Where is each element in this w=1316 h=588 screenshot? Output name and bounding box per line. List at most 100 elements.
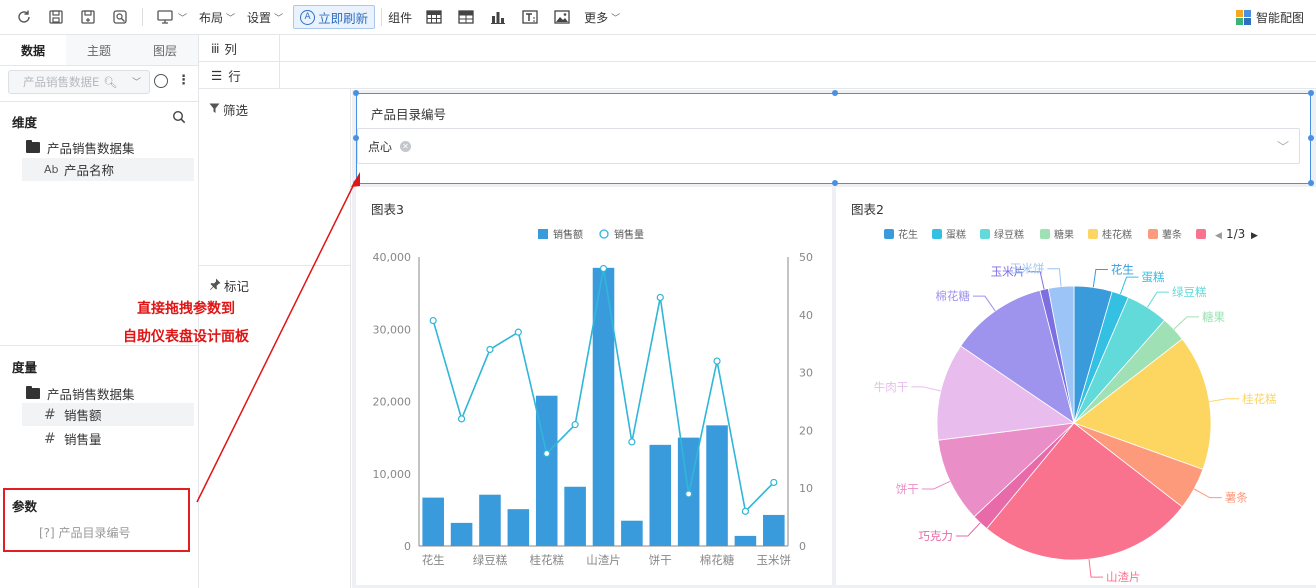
pie-leader-花生 (1092, 269, 1108, 288)
dimension-field-label: 产品名称 (64, 163, 115, 178)
settings-menu[interactable]: 设置 ﹀ (247, 9, 283, 26)
smart-chart-label: 智能配图 (1255, 11, 1304, 25)
right-tick-label: 0 (799, 540, 806, 553)
chevron-down-icon[interactable]: ﹀ (178, 11, 187, 24)
pie-leader-山渣片 (1088, 559, 1104, 578)
left-tick-label: 40,000 (373, 251, 412, 264)
rows-shelf[interactable]: ☰ 行 (199, 62, 1316, 89)
filter-shelf[interactable]: 筛选 (209, 100, 248, 119)
filter-select[interactable]: 点心 ✕ ﹀ (357, 128, 1300, 164)
resize-handle[interactable] (832, 180, 838, 186)
tab-theme[interactable]: 主题 (66, 35, 132, 65)
line-point-巧克力 (628, 438, 636, 446)
remove-tag-icon[interactable]: ✕ (400, 140, 412, 152)
save-icon[interactable] (45, 6, 67, 28)
measure-dataset-label: 产品销售数据集 (47, 387, 135, 402)
resize-handle[interactable] (353, 180, 359, 186)
pie-leader-薯条 (1193, 488, 1222, 499)
x-tick-label: 棉花糖 (700, 553, 735, 567)
tab-data[interactable]: 数据 (0, 35, 66, 65)
smart-chart-button[interactable]: 智能配图 (1235, 9, 1304, 26)
resize-handle[interactable] (353, 135, 359, 141)
dataset-select[interactable]: 产品销售数据E 🔍︎ ﹀ (8, 70, 150, 94)
preview-icon[interactable] (109, 6, 131, 28)
legend-line-label: 销售量 (614, 228, 644, 241)
rows-label: 行 (228, 68, 241, 84)
rows-icon: ☰ (211, 67, 223, 83)
filter-selected-tag: 点心 (368, 139, 393, 154)
chart2-svg: 花生 蛋糕 绿豆糕 糖果 桂花糕 薯条 ◀ 1/3 ▶花生蛋糕绿豆糕糖果桂花糕薯条山渣片巧克力饼… (874, 227, 1277, 584)
refresh-icon[interactable] (13, 6, 35, 28)
legend-swatch-桂花糕 (1088, 229, 1098, 239)
chevron-down-icon: ﹀ (226, 13, 236, 24)
left-tick-label: 0 (404, 540, 411, 553)
resize-handle[interactable] (1308, 90, 1314, 96)
chevron-down-icon: ﹀ (131, 78, 141, 88)
toolbar-divider (381, 8, 383, 26)
left-tick-label: 20,000 (373, 396, 412, 409)
auto-refresh-icon: A (300, 9, 316, 25)
pie-label-桂花糕: 桂花糕 (1242, 392, 1277, 406)
resize-handle[interactable] (353, 90, 359, 96)
measure-field-sales-amount[interactable]: # 销售额 (22, 403, 194, 426)
dataset-select-value: 产品销售数据E (23, 75, 100, 89)
measure-dataset[interactable]: 产品销售数据集 (26, 384, 135, 403)
mark-shelf[interactable]: 标记 (209, 276, 249, 295)
chevron-down-icon: ﹀ (1276, 140, 1289, 154)
bar-玉米片 (734, 535, 757, 546)
more-menu[interactable]: 更多 ﹀ (584, 9, 620, 26)
x-tick-label: 桂花糕 (529, 553, 564, 567)
layout-menu[interactable]: 布局 ﹀ (199, 9, 235, 26)
legend-label-花生: 花生 (898, 228, 918, 241)
dimension-field-product-name[interactable]: Ab 产品名称 (22, 158, 194, 181)
monitor-icon[interactable] (154, 6, 176, 28)
text-icon[interactable] (519, 6, 541, 28)
line-point-玉米片 (741, 507, 750, 515)
pie-label-牛肉干: 牛肉干 (874, 380, 909, 394)
bar-chart-icon[interactable] (487, 6, 509, 28)
search-icon[interactable] (172, 110, 186, 127)
resize-handle[interactable] (1308, 135, 1314, 141)
folder-icon (26, 386, 40, 399)
resize-handle[interactable] (832, 90, 838, 96)
table-icon[interactable] (423, 6, 445, 28)
pie-label-棉花糖: 棉花糖 (935, 289, 970, 303)
save-as-icon[interactable] (77, 6, 99, 28)
bar-薯条 (564, 486, 586, 546)
line-point-棉花糖 (713, 357, 721, 365)
filter-icon (209, 102, 220, 117)
image-icon[interactable] (551, 6, 573, 28)
measure-field-sales-volume[interactable]: # 销售量 (22, 427, 194, 450)
pie-leader-牛肉干 (911, 386, 941, 392)
dimension-title: 维度 (12, 115, 38, 130)
parameter-item[interactable]: [?] 产品目录编号 (39, 524, 131, 541)
line-point-蛋糕 (457, 415, 466, 423)
component-label: 组件 (388, 10, 413, 25)
chevron-down-icon: ﹀ (274, 13, 284, 24)
filter-widget[interactable]: 产品目录编号 点心 ✕ ﹀ (356, 93, 1311, 184)
refresh-dataset-icon[interactable] (154, 74, 168, 88)
line-point-薯条 (571, 421, 579, 429)
chart3-panel[interactable]: 图表3 销售额 销售量 0 10,000 20,000 30,000 40,000 0 10 20… (356, 187, 832, 585)
filter-widget-title: 产品目录编号 (371, 107, 447, 122)
resize-handle[interactable] (1308, 180, 1314, 186)
dimension-dataset[interactable]: 产品销售数据集 (26, 138, 135, 157)
x-tick-label: 花生 (422, 553, 445, 567)
columns-shelf[interactable]: iii 列 (199, 35, 1316, 62)
tab-layers[interactable]: 图层 (132, 35, 198, 65)
refresh-now-button[interactable]: A 立即刷新 (293, 5, 376, 29)
crosstab-icon[interactable] (455, 6, 477, 28)
chart3-svg: 销售额 销售量 0 10,000 20,000 30,000 40,000 0 10 20 30 40… (373, 228, 814, 567)
mark-label: 标记 (224, 279, 250, 294)
x-tick-label: 山渣片 (586, 553, 621, 567)
pie-label-巧克力: 巧克力 (918, 529, 953, 543)
search-icon: 🔍︎ (103, 75, 118, 89)
pie-leader-棉花糖 (972, 295, 996, 312)
legend-bar-label: 销售额 (553, 228, 583, 241)
line-point-山渣片 (599, 264, 608, 273)
pie-leader-糖果 (1173, 316, 1199, 330)
pie-label-蛋糕: 蛋糕 (1142, 270, 1165, 284)
more-vertical-icon[interactable]: ⋮ (177, 73, 190, 88)
chart2-panel[interactable]: 图表2 花生 蛋糕 绿豆糕 糖果 桂花糕 薯条 ◀ 1/3 ▶ 花生 蛋糕 绿豆糕 糖果 桂花糕 薯条 山渣片… (836, 187, 1316, 585)
left-tick-label: 10,000 (373, 468, 412, 481)
